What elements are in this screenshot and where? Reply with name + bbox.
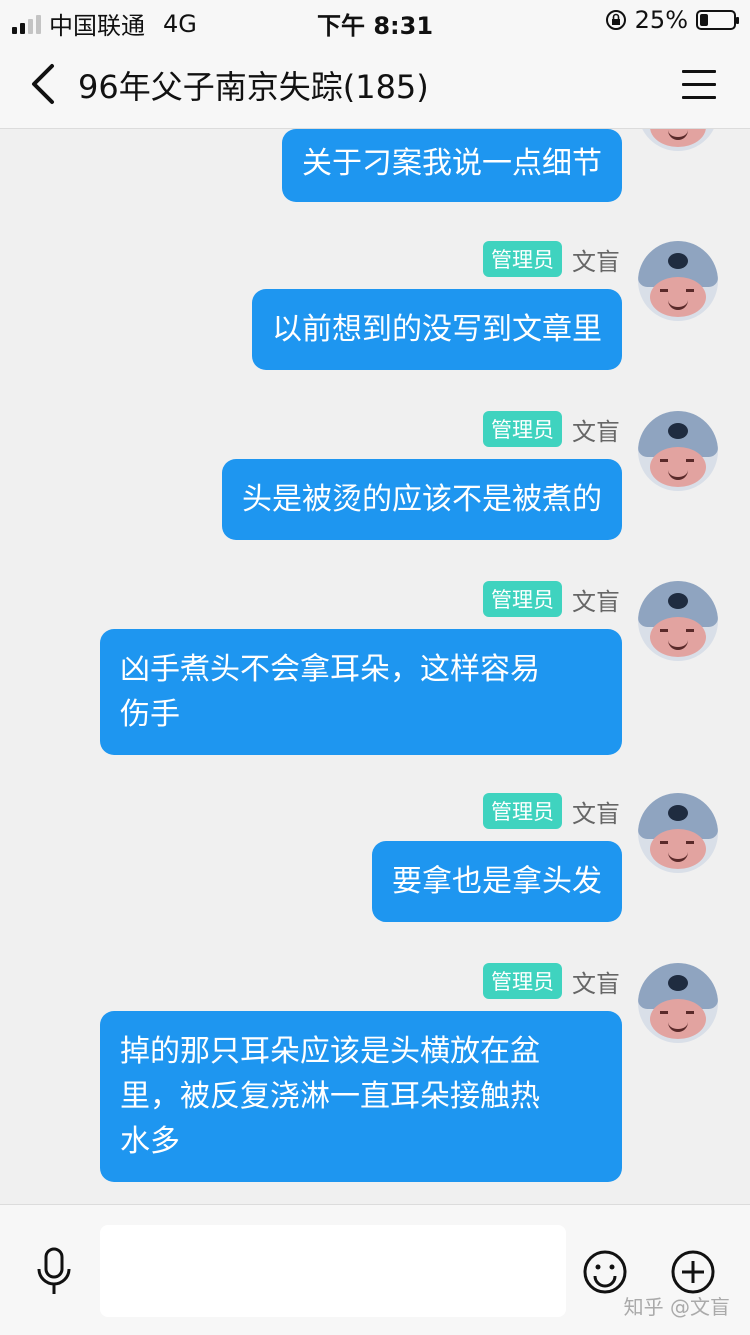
plus-icon[interactable] — [670, 1249, 716, 1295]
admin-badge: 管理员 — [483, 241, 562, 277]
chevron-left-icon[interactable] — [26, 62, 66, 106]
avatar[interactable] — [638, 129, 718, 151]
sender-name: 文盲 — [572, 969, 620, 998]
message-meta: 管理员 文盲 — [483, 241, 620, 277]
message-bubble[interactable]: 要拿也是拿头发 — [372, 841, 622, 922]
input-bar: 知乎 @文盲 — [0, 1204, 750, 1335]
avatar[interactable] — [638, 241, 718, 321]
microphone-icon[interactable] — [34, 1247, 74, 1297]
sender-name: 文盲 — [572, 417, 620, 446]
avatar[interactable] — [638, 963, 718, 1043]
message-bubble[interactable]: 掉的那只耳朵应该是头横放在盆 里，被反复浇淋一直耳朵接触热 水多 — [100, 1011, 622, 1182]
admin-badge: 管理员 — [483, 793, 562, 829]
sender-name: 文盲 — [572, 247, 620, 276]
chat-header: 96年父子南京失踪(185) — [0, 42, 750, 129]
avatar[interactable] — [638, 581, 718, 661]
avatar[interactable] — [638, 793, 718, 873]
message-meta: 管理员 文盲 — [483, 963, 620, 999]
hamburger-menu-icon[interactable] — [682, 70, 716, 100]
sender-name: 文盲 — [572, 799, 620, 828]
emoji-icon[interactable] — [582, 1249, 628, 1295]
message-meta: 管理员 文盲 — [483, 793, 620, 829]
message-bubble[interactable]: 头是被烫的应该不是被煮的 — [222, 459, 622, 540]
rotation-lock-icon — [605, 10, 626, 30]
status-right: 25% — [605, 6, 739, 34]
admin-badge: 管理员 — [483, 581, 562, 617]
status-bar: 中国联通 4G 下午 8:31 25% — [0, 0, 750, 42]
avatar[interactable] — [638, 411, 718, 491]
battery-fill — [700, 14, 708, 26]
message-bubble[interactable]: 关于刁案我说一点细节 — [282, 129, 622, 202]
message-bubble[interactable]: 凶手煮头不会拿耳朵，这样容易 伤手 — [100, 629, 622, 755]
admin-badge: 管理员 — [483, 963, 562, 999]
watermark: 知乎 @文盲 — [623, 1295, 730, 1319]
message-input[interactable] — [100, 1225, 566, 1317]
message-meta: 管理员 文盲 — [483, 411, 620, 447]
message-meta: 管理员 文盲 — [483, 581, 620, 617]
message-list[interactable]: 关于刁案我说一点细节 管理员 文盲 以前想到的没写到文章里 管理员 文盲 头是被… — [0, 129, 750, 1204]
sender-name: 文盲 — [572, 587, 620, 616]
battery-percent: 25% — [634, 6, 688, 34]
battery-icon — [696, 10, 739, 30]
chat-title: 96年父子南京失踪(185) — [78, 68, 429, 106]
admin-badge: 管理员 — [483, 411, 562, 447]
message-bubble[interactable]: 以前想到的没写到文章里 — [252, 289, 622, 370]
